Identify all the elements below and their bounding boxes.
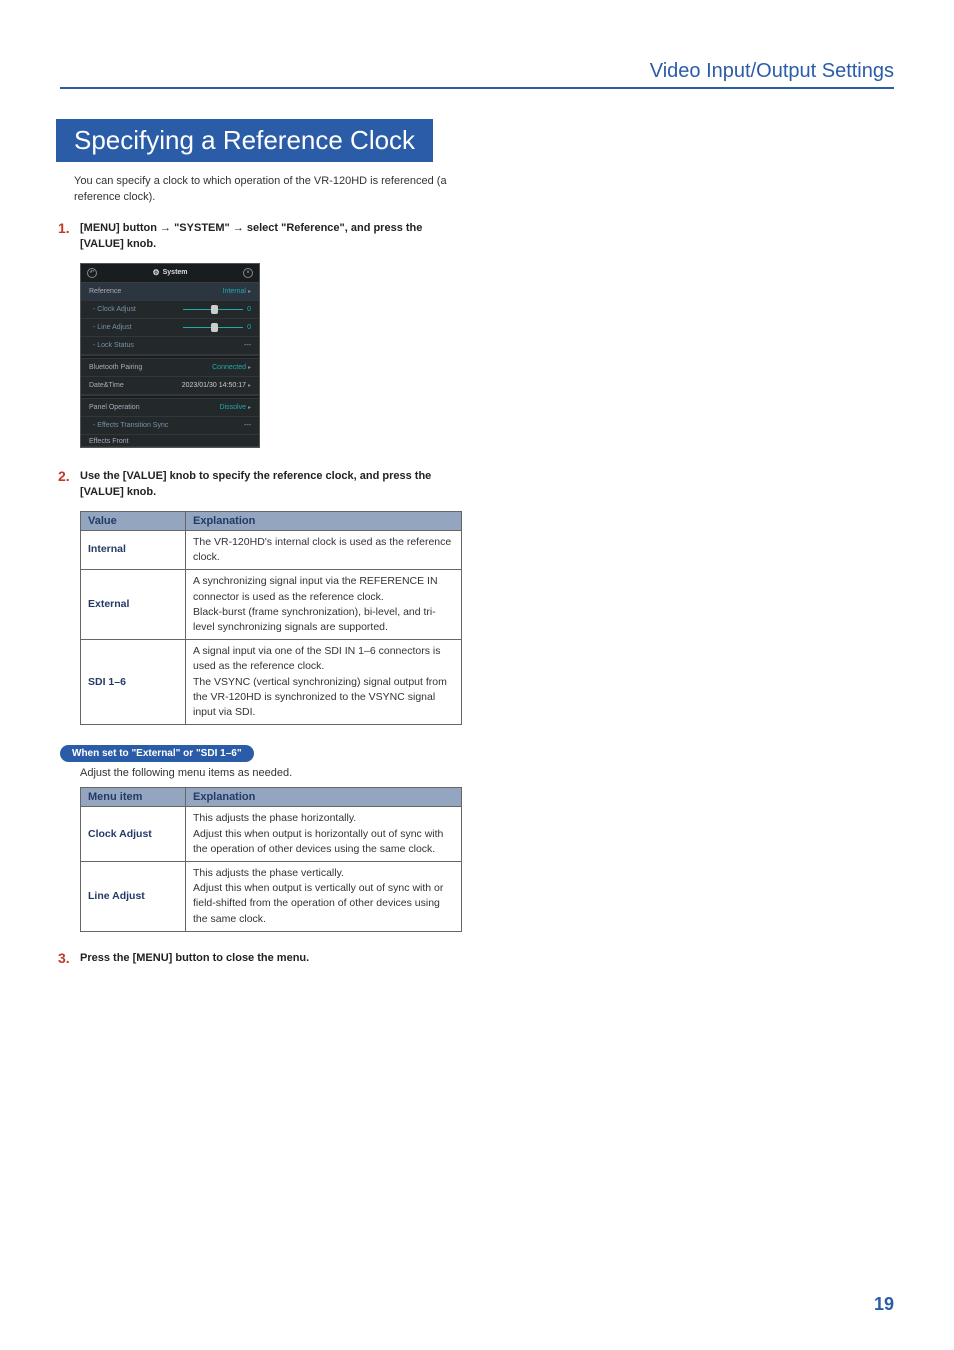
chevron-right-icon: ▸ xyxy=(248,289,251,295)
ss-label: Reference xyxy=(89,288,121,295)
table-key: Line Adjust xyxy=(81,861,186,931)
chevron-right-icon: ▸ xyxy=(248,405,251,411)
ss-row-lockstatus: - Lock Status --- xyxy=(81,337,259,355)
condition-pill: When set to "External" or "SDI 1–6" xyxy=(60,745,254,762)
table-value-line: Adjust this when output is horizontally … xyxy=(193,827,454,857)
ss-row-bluetooth: Bluetooth Pairing Connected▸ xyxy=(81,359,259,377)
ss-row-clockadjust: - Clock Adjust 0 xyxy=(81,301,259,319)
table-value: This adjusts the phase vertically. Adjus… xyxy=(186,861,462,931)
page-number: 19 xyxy=(874,1294,894,1315)
ss-label: Bluetooth Pairing xyxy=(89,364,142,371)
ss-value: 2023/01/30 14:50:17 xyxy=(182,382,246,389)
header-category: Video Input/Output Settings xyxy=(650,60,894,82)
step-1-text: [MENU] button → "SYSTEM" → select "Refer… xyxy=(80,220,455,253)
ss-title: ⚙ System xyxy=(152,268,187,277)
ss-label: - Line Adjust xyxy=(89,324,132,331)
table-value-line: Black-burst (frame synchronization), bi-… xyxy=(193,605,454,635)
table-value-line: This adjusts the phase horizontally. xyxy=(193,811,454,826)
ss-value: --- xyxy=(244,422,251,429)
step-3: 3. Press the [MENU] button to close the … xyxy=(58,950,455,967)
table-row: Clock Adjust This adjusts the phase hori… xyxy=(81,807,462,862)
step-number: 1. xyxy=(58,220,80,253)
table-key: Clock Adjust xyxy=(81,807,186,862)
step-2: 2. Use the [VALUE] knob to specify the r… xyxy=(58,468,455,501)
table-value-line: A synchronizing signal input via the REF… xyxy=(193,574,454,604)
slider-icon xyxy=(183,307,243,312)
ss-label: - Clock Adjust xyxy=(89,306,136,313)
table-row: Line Adjust This adjusts the phase verti… xyxy=(81,861,462,931)
back-icon: ↶ xyxy=(87,268,97,278)
step-2-text: Use the [VALUE] knob to specify the refe… xyxy=(80,468,455,501)
adjust-items-table: Menu item Explanation Clock Adjust This … xyxy=(80,787,462,932)
ss-value: 0 xyxy=(247,306,251,313)
ss-title-text: System xyxy=(163,269,188,276)
ss-value: 0 xyxy=(247,324,251,331)
table-key: External xyxy=(81,570,186,640)
table-value-line: This adjusts the phase vertically. xyxy=(193,866,454,881)
ss-row-efffront: Effects Front xyxy=(81,435,259,447)
ss-row-reference: Reference Internal▸ xyxy=(81,283,259,301)
step-3-text: Press the [MENU] button to close the men… xyxy=(80,950,309,967)
table-value: The VR-120HD's internal clock is used as… xyxy=(186,530,462,569)
gear-icon: ⚙ xyxy=(152,268,159,277)
table-value: A signal input via one of the SDI IN 1–6… xyxy=(186,640,462,725)
ss-label: Date&Time xyxy=(89,382,124,389)
table-header: Explanation xyxy=(186,788,462,807)
table-value: This adjusts the phase horizontally. Adj… xyxy=(186,807,462,862)
table-value-line: A signal input via one of the SDI IN 1–6… xyxy=(193,644,454,674)
ss-titlebar: ↶ ⚙ System × xyxy=(81,264,259,283)
arrow-icon: → xyxy=(160,222,171,234)
intro-text: You can specify a clock to which operati… xyxy=(74,174,455,206)
step-number: 2. xyxy=(58,468,80,501)
ss-label: Panel Operation xyxy=(89,404,140,411)
system-menu-screenshot: ↶ ⚙ System × Reference Internal▸ - Clock… xyxy=(80,263,260,448)
table-header: Explanation xyxy=(186,511,462,530)
table-row: External A synchronizing signal input vi… xyxy=(81,570,462,640)
table-row: SDI 1–6 A signal input via one of the SD… xyxy=(81,640,462,725)
chevron-right-icon: ▸ xyxy=(248,383,251,389)
ss-value: Internal xyxy=(223,288,246,295)
ss-row-panelop: Panel Operation Dissolve▸ xyxy=(81,399,259,417)
step-number: 3. xyxy=(58,950,80,967)
ss-value: --- xyxy=(244,342,251,349)
ss-row-efftrans: - Effects Transition Sync --- xyxy=(81,417,259,435)
close-icon: × xyxy=(243,268,253,278)
table-value: A synchronizing signal input via the REF… xyxy=(186,570,462,640)
section-title: Specifying a Reference Clock xyxy=(74,125,415,155)
table-header: Menu item xyxy=(81,788,186,807)
ss-row-datetime: Date&Time 2023/01/30 14:50:17▸ xyxy=(81,377,259,395)
reference-value-table: Value Explanation Internal The VR-120HD'… xyxy=(80,511,462,725)
page-header: Video Input/Output Settings xyxy=(60,60,894,89)
step-1-prefix: [MENU] button xyxy=(80,222,160,234)
ss-label: - Lock Status xyxy=(89,342,134,349)
chevron-right-icon: ▸ xyxy=(248,365,251,371)
ss-label: Effects Front xyxy=(89,438,129,445)
arrow-icon: → xyxy=(233,222,244,234)
section-title-bar: Specifying a Reference Clock xyxy=(56,119,433,162)
table-key: SDI 1–6 xyxy=(81,640,186,725)
ss-value: Dissolve xyxy=(220,404,246,411)
table-row: Internal The VR-120HD's internal clock i… xyxy=(81,530,462,569)
table-key: Internal xyxy=(81,530,186,569)
table-header: Value xyxy=(81,511,186,530)
slider-icon xyxy=(183,325,243,330)
ss-value: Connected xyxy=(212,364,246,371)
subtext: Adjust the following menu items as neede… xyxy=(80,767,455,779)
step-1: 1. [MENU] button → "SYSTEM" → select "Re… xyxy=(58,220,455,253)
ss-row-lineadjust: - Line Adjust 0 xyxy=(81,319,259,337)
step-1-mid1: "SYSTEM" xyxy=(171,222,233,234)
table-value-line: Adjust this when output is vertically ou… xyxy=(193,881,454,927)
table-value-line: The VSYNC (vertical synchronizing) signa… xyxy=(193,675,454,721)
ss-label: - Effects Transition Sync xyxy=(89,422,168,429)
